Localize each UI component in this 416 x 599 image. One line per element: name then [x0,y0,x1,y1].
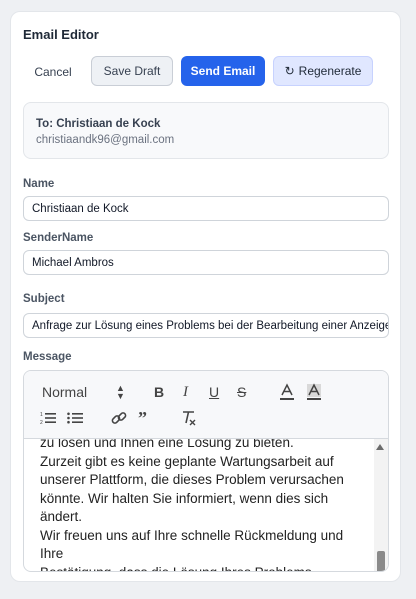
select-arrows-icon[interactable]: ▲ ▼ [116,384,125,401]
regenerate-button[interactable]: ↻ Regenerate [273,56,373,86]
text-color-icon[interactable] [279,383,295,401]
email-editor-card: Email Editor Cancel Save Draft Send Emai… [10,11,401,582]
message-line: unserer Plattform, die dieses Problem ve… [40,472,344,487]
message-line: Bestätigung, dass die Lösung Ihres Probl… [40,564,312,572]
background-color-icon[interactable] [306,383,322,401]
subject-input[interactable]: Anfrage zur Lösung eines Problems bei de… [23,313,389,338]
message-editor: Normal ▲ ▼ B I U S 12 ” zu lösen und Ihn… [23,370,389,572]
ordered-list-icon[interactable]: 12 [40,411,56,425]
recipient-box: To: Christiaan de Kock christiaandk96@gm… [23,102,389,159]
strike-icon[interactable]: S [237,384,246,400]
message-line: zu lösen und Ihnen eine Lösung zu bieten… [40,439,294,450]
save-draft-button[interactable]: Save Draft [91,56,173,86]
name-label: Name [23,178,55,190]
underline-icon[interactable]: U [209,384,219,400]
link-icon[interactable] [111,410,127,426]
message-line: Zurzeit gibt es keine geplante Wartungsa… [40,453,334,469]
message-line: Wir freuen uns auf Ihre schnelle Rückmel… [40,527,344,562]
send-email-button[interactable]: Send Email [181,56,265,86]
clear-format-icon[interactable] [181,410,197,426]
scrollbar-thumb[interactable] [377,551,385,571]
svg-text:2: 2 [40,420,43,425]
page-title: Email Editor [23,27,99,42]
italic-icon[interactable]: I [183,384,188,400]
blockquote-icon[interactable]: ” [138,409,147,427]
cancel-button[interactable]: Cancel [23,57,83,87]
message-label: Message [23,351,72,363]
message-line: könnte. Wir halten Sie informiert, wenn … [40,490,329,506]
heading-select[interactable]: Normal [42,384,87,400]
editor-toolbar: Normal ▲ ▼ B I U S 12 ” [24,371,388,439]
message-line: ändert. [40,509,83,524]
bold-icon[interactable]: B [154,384,164,400]
recipient-name: To: Christiaan de Kock [36,118,161,130]
svg-text:1: 1 [40,412,43,418]
name-input[interactable]: Christiaan de Kock [23,196,389,221]
subject-label: Subject [23,293,65,305]
scroll-up-icon[interactable] [376,444,384,450]
regenerate-label: Regenerate [298,64,362,78]
bullet-list-icon[interactable] [67,411,83,425]
sender-name-input[interactable]: Michael Ambros [23,250,389,275]
recipient-email: christiaandk96@gmail.com [36,134,175,146]
sender-name-label: SenderName [23,232,94,244]
message-body[interactable]: zu lösen und Ihnen eine Lösung zu bieten… [24,439,376,572]
refresh-icon: ↻ [284,64,295,78]
